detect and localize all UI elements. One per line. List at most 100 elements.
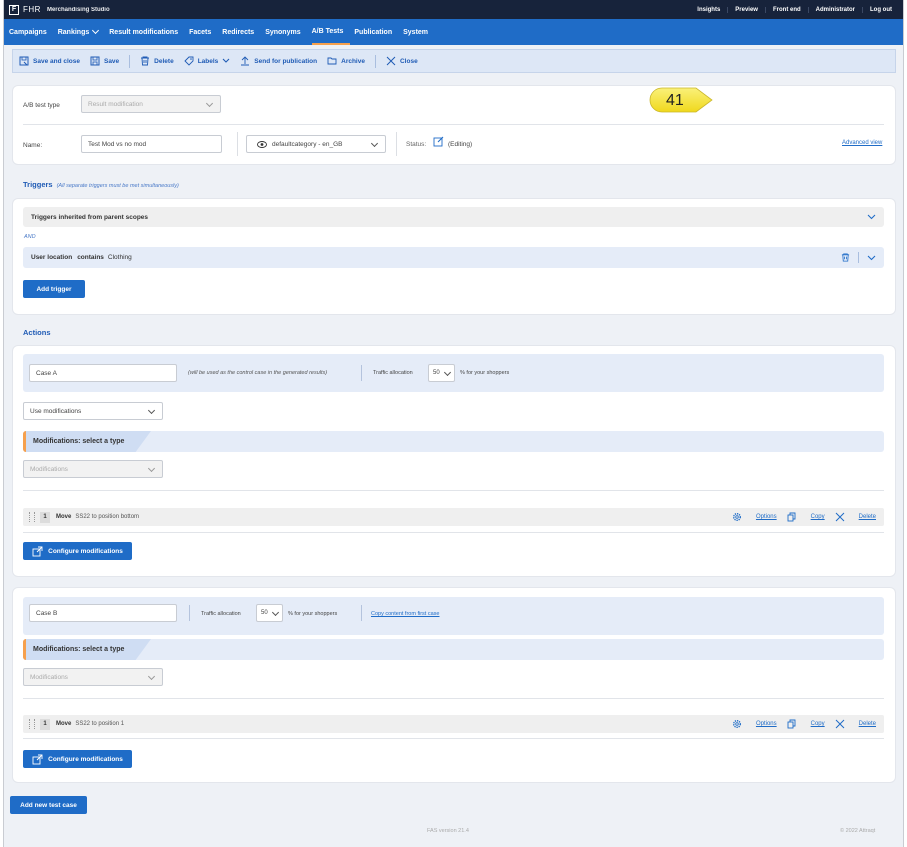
top-bar: F FHR Merchandising Studio Insights Prev… — [4, 0, 903, 19]
chevron-down-icon — [867, 214, 876, 220]
configure-modifications-button[interactable]: Configure modifications — [23, 542, 132, 560]
delete-label: Delete — [154, 57, 174, 65]
name-label: Name: — [23, 142, 43, 149]
add-new-test-case-button[interactable]: Add new test case — [10, 796, 87, 814]
mod-type-title: Modifications: select a type — [23, 431, 151, 452]
link-front-end[interactable]: Front end — [764, 6, 808, 13]
case-a-name-input[interactable]: Case A — [29, 364, 177, 382]
case-a-header: Case A (will be used as the control case… — [23, 354, 884, 392]
delete-link[interactable]: Delete — [835, 512, 876, 522]
trash-icon[interactable] — [841, 253, 850, 262]
inherited-triggers-row[interactable]: Triggers inherited from parent scopes — [23, 207, 884, 227]
ab-test-type-label: A/B test type — [23, 102, 60, 109]
ab-test-type-select[interactable]: Result modification — [81, 95, 221, 113]
link-preview[interactable]: Preview — [727, 6, 765, 13]
nav-facets[interactable]: Facets — [189, 19, 218, 45]
nav-synonyms[interactable]: Synonyms — [265, 19, 307, 45]
nav-result-modifications[interactable]: Result modifications — [109, 19, 185, 45]
labels-label: Labels — [197, 57, 219, 65]
traffic-suffix: % for your shoppers — [460, 370, 510, 376]
row-number: 1 — [40, 511, 50, 523]
traffic-value: 50 — [433, 370, 440, 376]
add-trigger-button[interactable]: Add trigger — [23, 280, 85, 298]
options-label: Options — [755, 514, 777, 520]
traffic-allocation-select[interactable]: 50 — [428, 364, 455, 382]
options-link[interactable]: Options — [732, 512, 777, 522]
nav-label: Result modifications — [109, 28, 179, 36]
copy-link[interactable]: Copy — [787, 719, 825, 729]
nav-system[interactable]: System — [403, 19, 435, 45]
nav-rankings[interactable]: Rankings — [58, 19, 106, 45]
save-button[interactable]: Save — [90, 56, 119, 66]
nav-label: System — [403, 28, 429, 36]
delete-button[interactable]: Delete — [140, 56, 174, 66]
send-for-publication-button[interactable]: Send for publication — [240, 56, 317, 66]
save-and-close-button[interactable]: Save and close — [19, 56, 80, 66]
trash-icon — [141, 56, 150, 66]
traffic-allocation-select[interactable]: 50 — [256, 604, 283, 622]
status-value: (Editing) — [448, 141, 473, 148]
triggers-title: Triggers (All separate triggers must be m… — [23, 180, 179, 189]
modifications-placeholder: Modifications — [30, 465, 68, 473]
chevron-down-icon[interactable] — [867, 255, 876, 261]
row-actions: Options Copy Delete — [722, 719, 876, 729]
name-input[interactable]: Test Mod vs no mod — [81, 135, 222, 153]
archive-button[interactable]: Archive — [327, 56, 365, 66]
delete-label: Delete — [858, 721, 876, 727]
delete-label: Delete — [858, 514, 876, 520]
scope-select[interactable]: defaultcategory - en_GB — [246, 135, 386, 153]
use-modifications-select[interactable]: Use modifications — [23, 402, 163, 420]
divider — [23, 532, 884, 533]
triggers-card: Triggers inherited from parent scopes AN… — [13, 199, 895, 314]
nav-publication[interactable]: Publication — [354, 19, 399, 45]
row-text: SS22 to position 1 — [75, 721, 125, 727]
case-b-modifications-select[interactable]: Modifications — [23, 668, 163, 686]
case-b-name: Case B — [36, 609, 58, 617]
link-administrator[interactable]: Administrator — [807, 6, 862, 13]
divider — [189, 605, 190, 621]
case-b-mod-type-bar: Modifications: select a type — [23, 639, 884, 660]
configure-label: Configure modifications — [48, 547, 123, 555]
nav-redirects[interactable]: Redirects — [222, 19, 261, 45]
copy-icon — [787, 512, 796, 522]
case-a-modification-row[interactable]: 1 Move SS22 to position bottom Options C… — [23, 508, 884, 526]
nav-label: Synonyms — [265, 28, 301, 36]
eye-icon — [257, 140, 267, 148]
options-link[interactable]: Options — [732, 719, 777, 729]
name-value: Test Mod vs no mod — [88, 140, 147, 148]
chevron-down-icon — [147, 672, 156, 681]
external-edit-icon — [32, 546, 43, 556]
case-b-name-input[interactable]: Case B — [29, 604, 177, 622]
triggers-title-text: Triggers — [23, 180, 53, 189]
actions-title: Actions — [23, 328, 51, 337]
delete-link[interactable]: Delete — [835, 719, 876, 729]
traffic-value: 50 — [261, 610, 268, 616]
close-icon — [835, 512, 845, 522]
case-b-modification-row[interactable]: 1 Move SS22 to position 1 Options Copy D… — [23, 715, 884, 733]
drag-handle-icon[interactable] — [29, 512, 35, 522]
copy-content-link[interactable]: Copy content from first case — [371, 611, 439, 617]
chevron-down-icon — [147, 406, 156, 415]
nav-ab-tests[interactable]: A/B Tests — [311, 19, 351, 45]
gear-icon — [732, 720, 741, 728]
copy-link[interactable]: Copy — [787, 512, 825, 522]
close-button[interactable]: Close — [386, 56, 418, 66]
labels-dropdown[interactable]: Labels — [184, 56, 231, 66]
save-icon — [90, 56, 100, 66]
test-settings-card: A/B test type Result modification Name: … — [13, 86, 895, 164]
mod-type-title: Modifications: select a type — [23, 639, 151, 660]
divider — [361, 365, 362, 381]
drag-handle-icon[interactable] — [29, 719, 35, 729]
link-insights[interactable]: Insights — [690, 7, 727, 13]
divider — [396, 132, 397, 156]
nav-campaigns[interactable]: Campaigns — [9, 19, 54, 45]
link-logout[interactable]: Log out — [862, 6, 899, 13]
modifications-placeholder: Modifications — [30, 673, 68, 681]
chevron-down-icon — [205, 99, 214, 108]
trigger-row[interactable]: User location contains Clothing — [23, 247, 884, 268]
external-edit-icon — [32, 754, 43, 764]
configure-modifications-button[interactable]: Configure modifications — [23, 750, 132, 768]
advanced-view-link[interactable]: Advanced view — [842, 140, 882, 146]
case-a-modifications-select[interactable]: Modifications — [23, 460, 163, 478]
triggers-note: (All separate triggers must be met simul… — [56, 183, 179, 189]
